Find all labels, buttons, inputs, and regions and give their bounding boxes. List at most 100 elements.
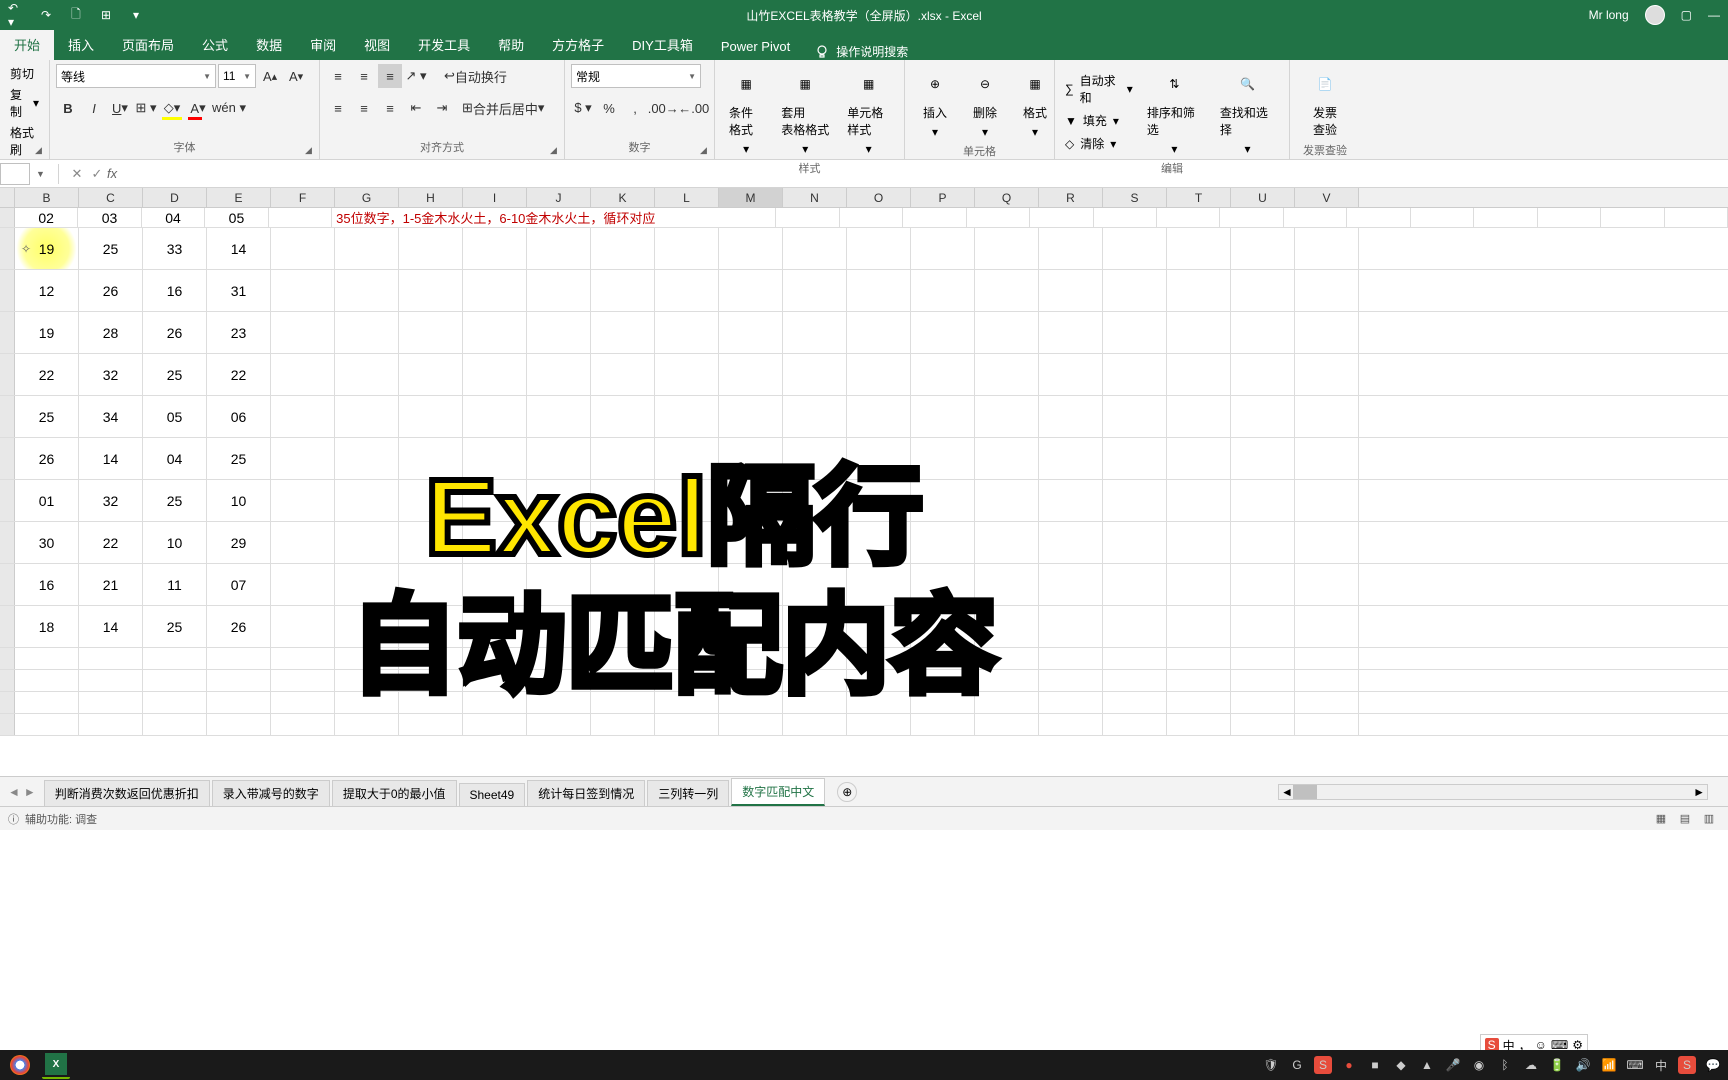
- font-launcher-icon[interactable]: ◢: [305, 145, 317, 157]
- tab-home[interactable]: 开始: [0, 29, 54, 60]
- cell[interactable]: [655, 438, 719, 479]
- cell[interactable]: [1601, 208, 1664, 227]
- format-cells-button[interactable]: ▦格式▾: [1011, 64, 1059, 143]
- cell[interactable]: [719, 606, 783, 647]
- cell[interactable]: [1295, 670, 1359, 691]
- cell[interactable]: [271, 648, 335, 669]
- cell[interactable]: 11: [143, 564, 207, 605]
- increase-font-icon[interactable]: A▴: [258, 64, 282, 88]
- cell[interactable]: [847, 438, 911, 479]
- tray-volume-icon[interactable]: 🔊: [1574, 1056, 1592, 1074]
- cell[interactable]: 06: [207, 396, 271, 437]
- cell[interactable]: [1103, 606, 1167, 647]
- cell[interactable]: [1167, 396, 1231, 437]
- column-header-V[interactable]: V: [1295, 188, 1359, 207]
- cell[interactable]: [591, 270, 655, 311]
- cell[interactable]: [1103, 480, 1167, 521]
- cell[interactable]: [975, 396, 1039, 437]
- tellme-search[interactable]: 操作说明搜索: [804, 43, 918, 60]
- cell[interactable]: [591, 564, 655, 605]
- cell[interactable]: [463, 606, 527, 647]
- cell[interactable]: [1039, 564, 1103, 605]
- cell[interactable]: [399, 480, 463, 521]
- cell[interactable]: [1295, 564, 1359, 605]
- align-middle-icon[interactable]: ≡: [352, 64, 376, 88]
- cell[interactable]: 34: [79, 396, 143, 437]
- tab-help[interactable]: 帮助: [484, 29, 538, 60]
- cell[interactable]: [911, 312, 975, 353]
- cell[interactable]: [975, 438, 1039, 479]
- cell[interactable]: [591, 692, 655, 713]
- cell[interactable]: 22: [79, 522, 143, 563]
- cell[interactable]: [271, 438, 335, 479]
- cell[interactable]: [1103, 396, 1167, 437]
- cell[interactable]: [1039, 522, 1103, 563]
- align-center-icon[interactable]: ≡: [352, 96, 376, 120]
- cell[interactable]: [1295, 606, 1359, 647]
- cell[interactable]: [271, 670, 335, 691]
- tray-ime-icon[interactable]: 中: [1652, 1056, 1670, 1074]
- cell[interactable]: [783, 438, 847, 479]
- cell[interactable]: [335, 228, 399, 269]
- tray-bluetooth-icon[interactable]: ᛒ: [1496, 1056, 1514, 1074]
- cell[interactable]: ✧19: [15, 228, 79, 269]
- cell[interactable]: [1039, 312, 1103, 353]
- increase-indent-icon[interactable]: ⇥: [430, 96, 454, 120]
- phonetic-button[interactable]: wén ▾: [212, 96, 246, 120]
- cell[interactable]: [527, 270, 591, 311]
- column-header-R[interactable]: R: [1039, 188, 1103, 207]
- cell[interactable]: 14: [207, 228, 271, 269]
- cell[interactable]: [783, 312, 847, 353]
- cell[interactable]: 25: [143, 606, 207, 647]
- cell[interactable]: [527, 480, 591, 521]
- cell[interactable]: [655, 714, 719, 735]
- column-header-U[interactable]: U: [1231, 188, 1295, 207]
- cell[interactable]: [1231, 270, 1295, 311]
- sheet-tab[interactable]: Sheet49: [459, 783, 526, 806]
- cell[interactable]: [847, 714, 911, 735]
- orientation-icon[interactable]: ↗ ▾: [404, 64, 428, 88]
- cut-button[interactable]: 剪切: [6, 64, 43, 83]
- cell[interactable]: [911, 396, 975, 437]
- tab-insert[interactable]: 插入: [54, 29, 108, 60]
- column-header-T[interactable]: T: [1167, 188, 1231, 207]
- cell[interactable]: 25: [79, 228, 143, 269]
- column-header-F[interactable]: F: [271, 188, 335, 207]
- cell[interactable]: [527, 564, 591, 605]
- cell[interactable]: [399, 670, 463, 691]
- cell[interactable]: [783, 564, 847, 605]
- cell[interactable]: [1231, 438, 1295, 479]
- cell[interactable]: [911, 670, 975, 691]
- cell[interactable]: [847, 312, 911, 353]
- cell[interactable]: 03: [78, 208, 141, 227]
- cell[interactable]: [1167, 714, 1231, 735]
- cell[interactable]: [335, 354, 399, 395]
- accessibility-icon[interactable]: ⓘ: [8, 811, 19, 827]
- cell[interactable]: [527, 648, 591, 669]
- cell[interactable]: [719, 354, 783, 395]
- cell[interactable]: [1231, 714, 1295, 735]
- cell[interactable]: [1231, 670, 1295, 691]
- cell[interactable]: [655, 564, 719, 605]
- cell[interactable]: [1665, 208, 1728, 227]
- cell[interactable]: [1167, 648, 1231, 669]
- cell[interactable]: [1231, 522, 1295, 563]
- underline-button[interactable]: U ▾: [108, 96, 132, 120]
- wrap-text-button[interactable]: ↩ 自动换行: [444, 64, 507, 88]
- cell[interactable]: [527, 438, 591, 479]
- enter-formula-icon[interactable]: ✓: [87, 166, 107, 182]
- cell[interactable]: [271, 606, 335, 647]
- cell[interactable]: [463, 270, 527, 311]
- cell[interactable]: [591, 354, 655, 395]
- cell[interactable]: [335, 714, 399, 735]
- cell[interactable]: [1103, 270, 1167, 311]
- cell[interactable]: [1103, 670, 1167, 691]
- cell[interactable]: [1167, 564, 1231, 605]
- save-icon[interactable]: 🗋: [68, 7, 84, 23]
- cell[interactable]: [655, 692, 719, 713]
- page-break-view-icon[interactable]: ▥: [1698, 810, 1720, 828]
- tray-mic-icon[interactable]: 🎤: [1444, 1056, 1462, 1074]
- namebox-dropdown-icon[interactable]: ▼: [36, 169, 50, 179]
- cell[interactable]: [975, 564, 1039, 605]
- cell[interactable]: 31: [207, 270, 271, 311]
